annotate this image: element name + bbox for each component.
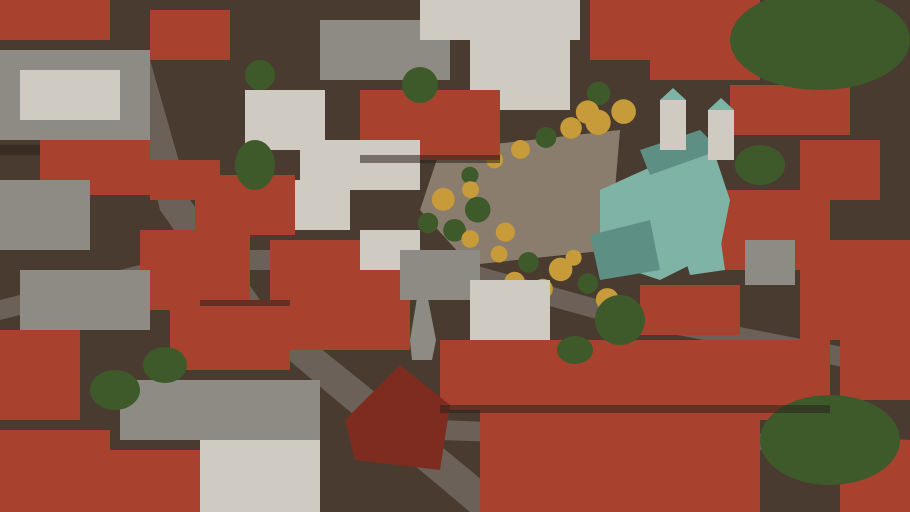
building-block (200, 440, 320, 512)
autumn-tree (431, 187, 455, 211)
autumn-tree (577, 273, 599, 294)
building-block (110, 450, 200, 512)
autumn-tree (611, 99, 636, 124)
tree-cluster (143, 347, 187, 383)
shadow (0, 145, 40, 155)
building-block (800, 240, 910, 340)
building-block (140, 230, 250, 310)
aerial-view-illustration (0, 0, 910, 512)
building-block (840, 330, 910, 400)
building-block (470, 280, 550, 340)
building-block (0, 330, 80, 420)
tree-cluster (735, 145, 785, 185)
autumn-tree (490, 245, 508, 263)
tree-cluster (90, 370, 140, 410)
tree-cluster (235, 140, 275, 190)
tree-cluster (557, 336, 593, 364)
shadow (440, 405, 830, 413)
building-block (0, 430, 110, 512)
autumn-tree (417, 212, 439, 234)
cathedral-tower-left (660, 100, 686, 150)
building-block (420, 0, 580, 40)
building-block (400, 250, 480, 300)
autumn-tree (535, 126, 557, 148)
autumn-tree (495, 222, 515, 242)
autumn-tree (575, 100, 600, 124)
building-block (640, 285, 740, 335)
building-block (150, 10, 230, 60)
building-block (745, 240, 795, 285)
autumn-tree (462, 181, 479, 199)
tree-cluster (245, 60, 275, 90)
building-block (120, 380, 320, 440)
shadow (360, 155, 500, 163)
building-block (20, 270, 150, 330)
building-block (730, 85, 850, 135)
autumn-tree (461, 230, 480, 248)
autumn-tree (511, 140, 530, 159)
autumn-tree (518, 251, 539, 273)
building-block (0, 180, 90, 250)
autumn-tree (464, 196, 491, 223)
shadow (200, 300, 290, 306)
building-block (480, 410, 760, 512)
autumn-tree (560, 117, 582, 139)
tree-cluster (402, 67, 438, 103)
tree-cluster (595, 295, 645, 345)
aerial-city-photo (0, 0, 910, 512)
building-block (0, 0, 110, 40)
autumn-tree (565, 249, 582, 266)
building-block (20, 70, 120, 120)
cathedral-tower-right (708, 110, 734, 160)
